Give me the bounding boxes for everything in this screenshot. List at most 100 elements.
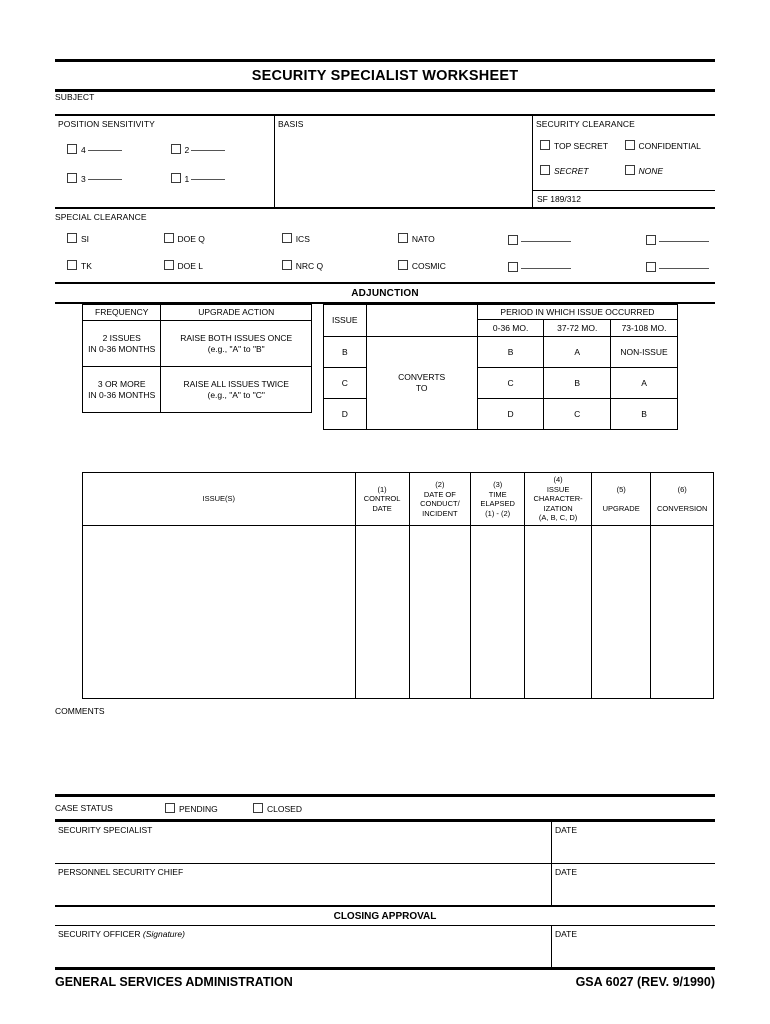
clearance-option-top-secret[interactable]: TOP SECRET: [540, 140, 625, 151]
table-body-row[interactable]: [82, 525, 714, 699]
write-in-line[interactable]: [87, 142, 122, 151]
signature-block-security-specialist[interactable]: SECURITY SPECIALIST DATE: [55, 822, 715, 863]
checkbox-icon[interactable]: [163, 233, 174, 243]
write-in-line[interactable]: [521, 260, 572, 269]
conversion-value: D: [476, 398, 545, 430]
signature-block-personnel-security-chief[interactable]: PERSONNEL SECURITY CHIEF DATE: [55, 864, 715, 905]
special-clearance-option-cosmic[interactable]: COSMIC: [397, 260, 508, 273]
col-line: ISSUE: [546, 484, 570, 494]
special-clearance-blank-3[interactable]: [508, 260, 646, 273]
checkbox-icon[interactable]: [508, 235, 519, 245]
option-label: NRC Q: [295, 261, 324, 271]
checkbox-icon[interactable]: [67, 144, 77, 154]
col-num: (6): [677, 485, 687, 494]
checkbox-icon[interactable]: [646, 262, 657, 272]
signature-date-field[interactable]: DATE: [552, 864, 715, 905]
option-label: ICS: [295, 234, 310, 244]
signature-date-field[interactable]: DATE: [552, 926, 715, 967]
cell-issues[interactable]: [82, 525, 356, 699]
clearance-option-secret[interactable]: SECRET: [540, 165, 625, 176]
checkbox-icon[interactable]: [508, 262, 519, 272]
signature-label: PERSONNEL SECURITY CHIEF: [58, 867, 184, 877]
position-sensitivity-option-4[interactable]: 4: [67, 142, 171, 155]
checkbox-icon[interactable]: [253, 802, 263, 813]
write-in-line[interactable]: [659, 260, 710, 269]
col-line: CONDUCT/: [420, 499, 460, 508]
col-line: INCIDENT: [422, 508, 458, 518]
subject-label: SUBJECT: [55, 92, 95, 102]
position-sensitivity-option-3[interactable]: 3: [67, 171, 171, 184]
special-clearance-option-tk[interactable]: TK: [67, 260, 164, 273]
special-clearance-blank-1[interactable]: [508, 233, 646, 246]
form-body: SECURITY SPECIALIST WORKSHEET SUBJECT PO…: [55, 59, 715, 989]
checkbox-icon[interactable]: [170, 173, 181, 183]
checkbox-icon[interactable]: [67, 233, 77, 243]
checkbox-icon[interactable]: [165, 802, 175, 813]
special-clearance-option-nato[interactable]: NATO: [397, 233, 508, 246]
write-in-line[interactable]: [87, 171, 122, 180]
position-sensitivity-option-2[interactable]: 2: [170, 142, 275, 155]
col-line: TIME: [488, 489, 507, 499]
header-conversion: (6) CONVERSION: [650, 472, 714, 526]
cell-time-elapsed[interactable]: [470, 525, 526, 699]
checkbox-icon[interactable]: [624, 165, 635, 175]
signature-name-field[interactable]: PERSONNEL SECURITY CHIEF: [55, 864, 552, 905]
write-in-line[interactable]: [191, 171, 226, 180]
header-control-date: (1) CONTROL DATE: [354, 472, 410, 526]
col-line: ELAPSED: [480, 499, 515, 508]
cell-conversion[interactable]: [650, 525, 714, 699]
checkbox-icon[interactable]: [540, 165, 550, 175]
special-clearance-option-nrc-q[interactable]: NRC Q: [281, 260, 398, 273]
action-line-2: (e.g., "A" to "B": [207, 343, 265, 354]
position-sensitivity-option-1[interactable]: 1: [170, 171, 275, 184]
cell-upgrade[interactable]: [590, 525, 652, 699]
write-in-line[interactable]: [659, 233, 710, 242]
option-label: 1: [184, 174, 190, 184]
security-clearance-label: SECURITY CLEARANCE: [536, 119, 635, 129]
frequency-line-1: 2 ISSUES: [102, 332, 141, 343]
conversion-value: A: [543, 336, 612, 368]
checkbox-icon[interactable]: [170, 144, 181, 154]
page-title: SECURITY SPECIALIST WORKSHEET: [251, 68, 519, 84]
basis-section[interactable]: BASIS: [275, 116, 533, 207]
signature-name-field[interactable]: SECURITY SPECIALIST: [55, 822, 552, 863]
checkbox-icon[interactable]: [397, 233, 408, 243]
special-clearance-blank-4[interactable]: [646, 260, 715, 273]
special-clearance-option-ics[interactable]: ICS: [281, 233, 398, 246]
clearance-option-confidential[interactable]: CONFIDENTIAL: [624, 140, 715, 151]
checkbox-icon[interactable]: [67, 173, 77, 183]
checkbox-icon[interactable]: [646, 235, 657, 245]
checkbox-icon[interactable]: [163, 260, 174, 270]
col-line: CHARACTER-: [533, 494, 583, 504]
comments-section[interactable]: COMMENTS: [55, 704, 715, 794]
checkbox-icon[interactable]: [540, 140, 550, 150]
case-status-option-pending[interactable]: PENDING: [165, 802, 253, 814]
signature-date-field[interactable]: DATE: [552, 822, 715, 863]
checkbox-icon[interactable]: [397, 260, 408, 270]
clearance-option-none[interactable]: NONE: [624, 165, 715, 176]
cell-date-of-conduct[interactable]: [408, 525, 472, 699]
subject-field[interactable]: SUBJECT: [55, 92, 715, 114]
special-clearance-blank-2[interactable]: [646, 233, 715, 246]
checkbox-icon[interactable]: [281, 233, 292, 243]
checkbox-icon[interactable]: [624, 140, 635, 150]
case-status-label: CASE STATUS: [55, 803, 113, 813]
signature-name-field[interactable]: SECURITY OFFICER (Signature): [55, 926, 552, 967]
write-in-line[interactable]: [191, 142, 226, 151]
col-num: (3): [493, 480, 503, 489]
checkbox-icon[interactable]: [281, 260, 292, 270]
signature-label-note: (Signature): [142, 929, 185, 939]
special-clearance-option-doe-q[interactable]: DOE Q: [163, 233, 282, 246]
write-in-line[interactable]: [521, 233, 572, 242]
table-row: 3 OR MORE IN 0-36 MONTHS RAISE ALL ISSUE…: [81, 366, 312, 413]
signature-block-security-officer[interactable]: SECURITY OFFICER (Signature) DATE: [55, 926, 715, 967]
converts-to-cell: CONVERTS TO: [365, 336, 478, 430]
conversion-value: B: [476, 336, 545, 368]
form-page: SECURITY SPECIALIST WORKSHEET SUBJECT PO…: [0, 0, 770, 1024]
case-status-option-closed[interactable]: CLOSED: [253, 802, 341, 814]
special-clearance-option-si[interactable]: SI: [67, 233, 164, 246]
cell-issue-characterization[interactable]: [524, 525, 592, 699]
cell-control-date[interactable]: [354, 525, 410, 699]
special-clearance-option-doe-l[interactable]: DOE L: [163, 260, 282, 273]
checkbox-icon[interactable]: [67, 260, 77, 270]
